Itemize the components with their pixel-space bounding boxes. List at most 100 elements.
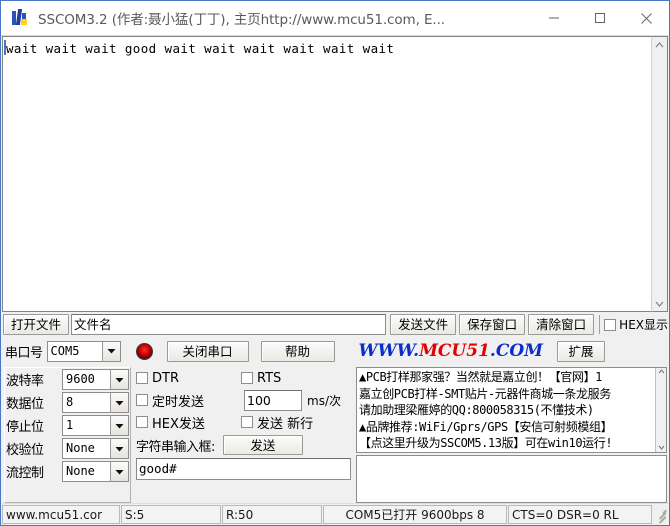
chevron-up-icon[interactable]: [658, 368, 665, 376]
param-row: 波特率 9600: [6, 369, 129, 390]
status-signals: CTS=0 DSR=0 RL: [508, 505, 652, 524]
resize-grip[interactable]: [653, 505, 669, 524]
baud-rate-label: 波特率: [6, 374, 44, 389]
send-input-wrapper: good#: [136, 458, 351, 480]
rts-checkbox-group[interactable]: RTS: [241, 371, 281, 386]
ad-message-box[interactable]: ▲PCB打样那家强？当然就是嘉立创！【官网】1 嘉立创PCB打样-SMT贴片-元…: [356, 367, 667, 453]
sscom-app-icon: [11, 9, 29, 27]
flow-control-value: None: [66, 464, 95, 478]
minimize-button[interactable]: [531, 1, 577, 35]
logo-com: .COM: [489, 341, 543, 361]
chevron-up-icon[interactable]: [652, 37, 667, 52]
receive-text: wait wait wait good wait wait wait wait …: [6, 41, 403, 56]
hex-send-row: HEX发送 发送 新行: [136, 411, 351, 433]
serial-params-group: 波特率 9600 数据位 8 停止位 1 校验位 None 流控制 None: [4, 367, 131, 503]
ad-text: ▲PCB打样那家强？当然就是嘉立创！【官网】1 嘉立创PCB打样-SMT贴片-元…: [357, 368, 655, 452]
timed-send-row: 定时发送 100 ms/次: [136, 389, 351, 411]
open-file-button[interactable]: 打开文件: [3, 314, 69, 335]
timed-send-label: 定时发送: [152, 394, 205, 410]
param-row: 流控制 None: [6, 461, 129, 482]
maximize-button[interactable]: [577, 1, 623, 35]
parity-label: 校验位: [6, 443, 44, 458]
status-url[interactable]: www.mcu51.cor: [2, 505, 120, 524]
dtr-checkbox-group[interactable]: DTR: [136, 371, 241, 386]
com-port-select[interactable]: COM5: [46, 340, 121, 362]
send-string-input[interactable]: good#: [136, 458, 351, 480]
chevron-down-icon[interactable]: [658, 444, 665, 452]
ad-scrollbar[interactable]: [655, 368, 666, 452]
param-row: 停止位 1: [6, 415, 129, 436]
logo-www: WWW.: [358, 341, 420, 361]
hex-display-checkbox-group[interactable]: HEX显示: [599, 315, 668, 334]
clear-window-button[interactable]: 清除窗口: [528, 314, 595, 335]
sscom-main-window: SSCOM3.2 (作者:聂小猛(丁丁), 主页http://www.mcu51…: [0, 0, 670, 526]
send-button[interactable]: 发送: [222, 435, 303, 455]
receive-textarea[interactable]: wait wait wait good wait wait wait wait …: [2, 36, 651, 312]
receive-area-wrapper: wait wait wait good wait wait wait wait …: [2, 36, 668, 312]
chevron-down-icon[interactable]: [110, 393, 128, 412]
hex-send-label: HEX发送: [152, 416, 205, 432]
ad-line: 请加助理梁雁婷的QQ:800058315(不懂技术): [359, 403, 594, 417]
baud-rate-select[interactable]: 9600: [62, 369, 129, 390]
send-file-button[interactable]: 发送文件: [390, 314, 457, 335]
timed-send-checkbox-group[interactable]: 定时发送: [136, 391, 241, 410]
stop-bits-select[interactable]: 1: [62, 415, 129, 436]
flow-control-label: 流控制: [6, 466, 44, 481]
ad-line: 嘉立创PCB打样-SMT贴片-元器件商城一条龙服务: [359, 386, 611, 401]
hex-send-checkbox[interactable]: [136, 416, 148, 428]
parity-select[interactable]: None: [62, 438, 129, 459]
ad-line: 【点这里升级为SSCOM5.13版】可在win10运行!: [359, 436, 613, 450]
chevron-down-icon[interactable]: [110, 439, 128, 458]
logo-mcu51: MCU51: [419, 341, 490, 361]
send-newline-checkbox-group[interactable]: 发送 新行: [241, 413, 313, 432]
stop-bits-label: 停止位: [6, 420, 44, 435]
rts-checkbox[interactable]: [241, 372, 253, 384]
status-bar: www.mcu51.cor S:5 R:50 COM5已打开 9600bps 8…: [1, 503, 669, 525]
status-sent-count: S:5: [121, 505, 221, 524]
string-input-row: 字符串输入框: 发送: [136, 433, 351, 457]
send-newline-label: 发送 新行: [257, 416, 314, 432]
window-title: SSCOM3.2 (作者:聂小猛(丁丁), 主页http://www.mcu51…: [38, 12, 445, 28]
send-interval-input[interactable]: 100: [244, 389, 302, 411]
timed-send-checkbox[interactable]: [136, 394, 148, 406]
parity-value: None: [66, 441, 95, 455]
hex-display-checkbox[interactable]: [604, 318, 617, 331]
chevron-down-icon[interactable]: [652, 296, 667, 311]
window-controls: [531, 1, 669, 35]
status-port-state: COM5已打开 9600bps 8: [323, 505, 507, 524]
ad-line: ▲PCB打样那家强？当然就是嘉立创！【官网】1: [359, 370, 602, 384]
stop-bits-value: 1: [66, 418, 74, 432]
file-name-input[interactable]: 文件名: [71, 314, 387, 335]
data-bits-select[interactable]: 8: [62, 392, 129, 413]
receive-scrollbar[interactable]: [651, 36, 668, 312]
chevron-down-icon[interactable]: [110, 416, 128, 435]
ad-line: ▲品牌推荐:WiFi/Gprs/GPS【安信可射频模组】: [359, 419, 613, 434]
send-newline-checkbox[interactable]: [241, 416, 253, 428]
dtr-label: DTR: [152, 370, 179, 386]
expand-button[interactable]: 扩展: [556, 340, 605, 362]
mcu51-logo[interactable]: WWW.MCU51.COM: [359, 341, 543, 361]
chevron-down-icon[interactable]: [110, 370, 128, 389]
rts-label: RTS: [257, 370, 282, 386]
hex-send-checkbox-group[interactable]: HEX发送: [136, 413, 241, 432]
status-received-count: R:50: [222, 505, 322, 524]
dtr-rts-row: DTR RTS: [136, 367, 351, 389]
string-input-label: 字符串输入框:: [136, 439, 215, 455]
config-area: 波特率 9600 数据位 8 停止位 1 校验位 None 流控制 None D…: [1, 366, 669, 503]
close-port-button[interactable]: 关闭串口: [166, 340, 249, 362]
dtr-checkbox[interactable]: [136, 372, 148, 384]
ad-secondary-box[interactable]: [356, 455, 667, 503]
data-bits-value: 8: [66, 395, 74, 409]
chevron-down-icon[interactable]: [101, 341, 120, 361]
close-button[interactable]: [623, 1, 669, 35]
chevron-down-icon[interactable]: [110, 462, 128, 481]
com-port-value: COM5: [50, 343, 80, 358]
ad-panel: ▲PCB打样那家强？当然就是嘉立创！【官网】1 嘉立创PCB打样-SMT贴片-元…: [356, 367, 667, 503]
file-toolbar: 打开文件 文件名 发送文件 保存窗口 清除窗口 HEX显示: [1, 312, 669, 336]
interval-unit-label: ms/次: [307, 393, 341, 408]
save-window-button[interactable]: 保存窗口: [459, 314, 526, 335]
flow-control-select[interactable]: None: [62, 461, 129, 482]
hex-display-label: HEX显示: [619, 318, 668, 332]
data-bits-label: 数据位: [6, 397, 44, 412]
help-button[interactable]: 帮助: [260, 340, 335, 362]
